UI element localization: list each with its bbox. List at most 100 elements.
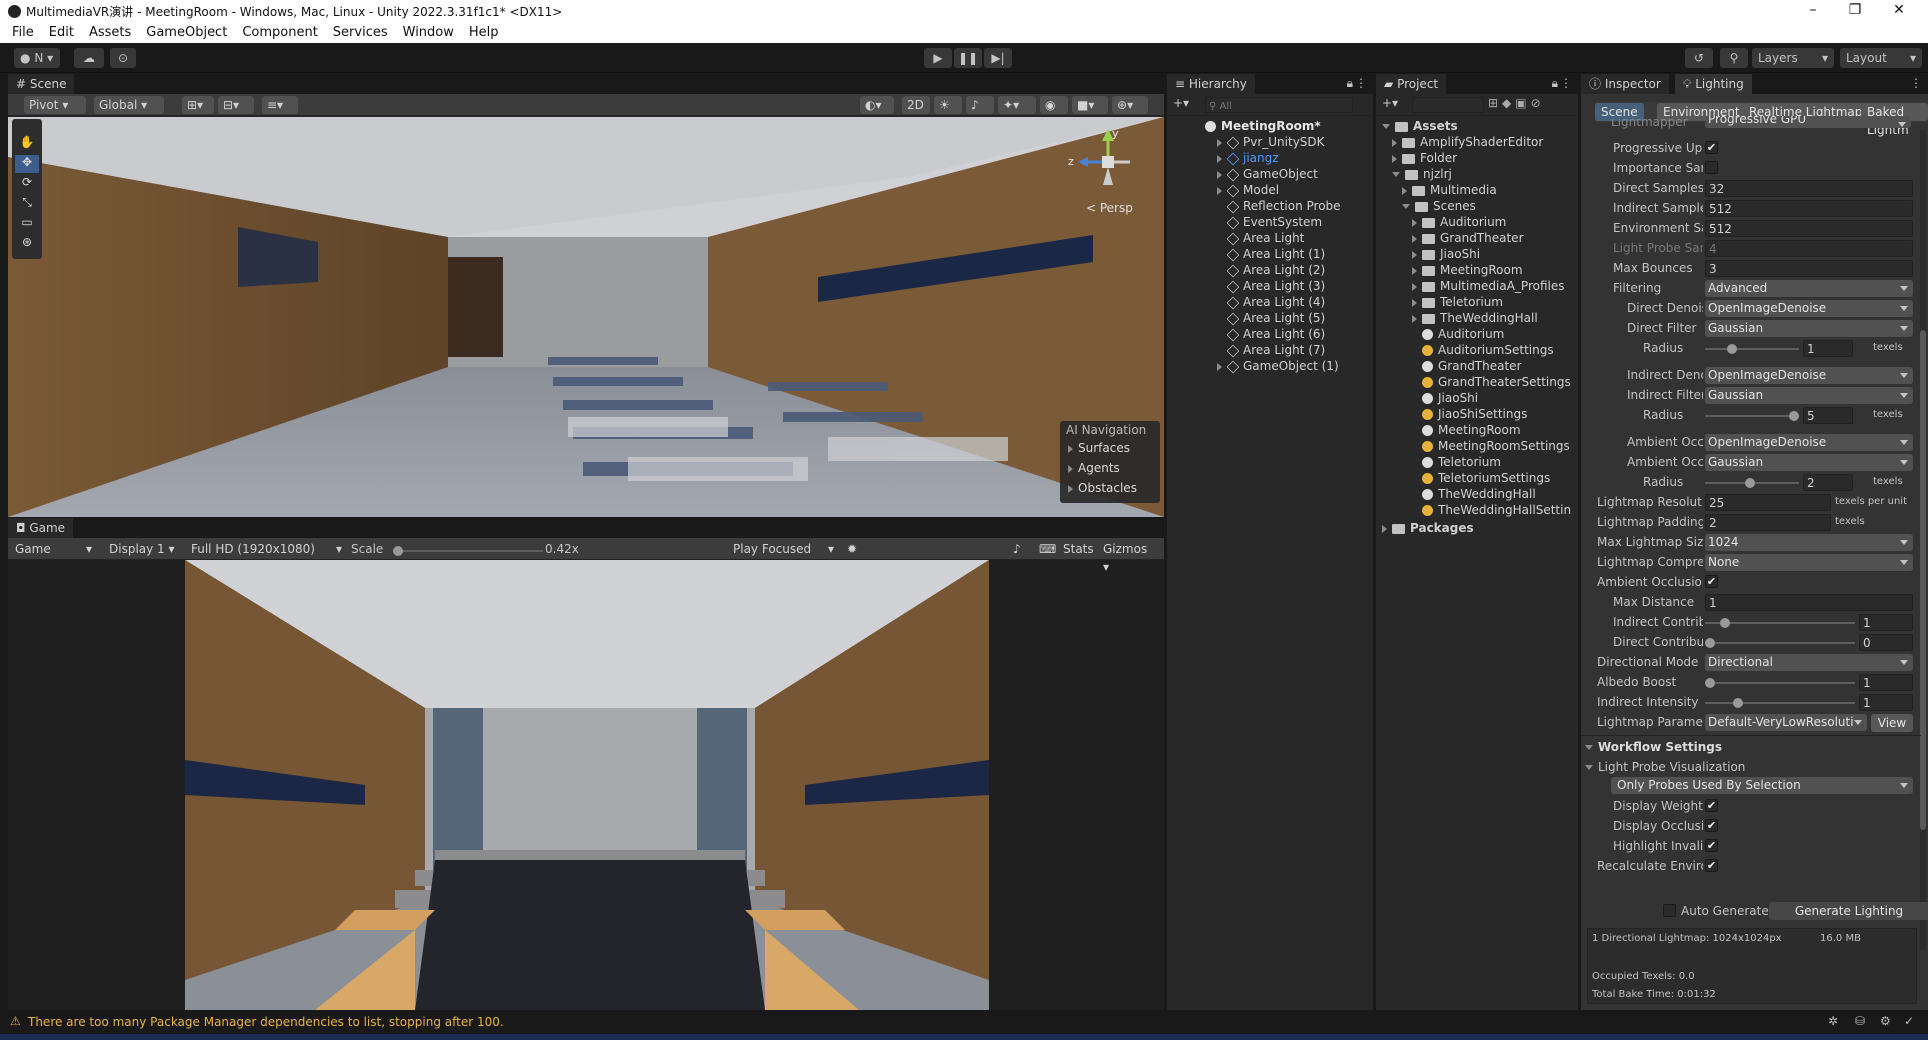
indirect-radius-field[interactable]: 5 [1803, 407, 1853, 424]
keyboard-icon[interactable]: ⌨ [1034, 540, 1056, 558]
camera-dropdown[interactable]: ■▾ [1072, 96, 1108, 114]
project-folder-assets[interactable]: Assets [1382, 118, 1458, 134]
hierarchy-item[interactable]: Area Light (4) [1226, 294, 1325, 310]
scene-file[interactable]: TheWeddingHall [1422, 486, 1536, 502]
hierarchy-item[interactable]: Area Light (1) [1226, 246, 1325, 262]
layers-dropdown[interactable]: Layers ▾ [1752, 48, 1834, 68]
ambient-denoiser-dropdown[interactable]: OpenImageDenoise [1705, 434, 1913, 451]
gizmos-dropdown[interactable]: ⊕▾ [1112, 96, 1148, 114]
lightmap-compression-dropdown[interactable]: None [1705, 554, 1913, 571]
transform-tool-icon[interactable]: ⊛ [15, 235, 39, 253]
play-focused-dropdown[interactable]: Play Focused ▾ [728, 540, 838, 558]
status-message[interactable]: There are too many Package Manager depen… [28, 1015, 504, 1029]
settings-file[interactable]: MeetingRoomSettings [1422, 438, 1570, 454]
albedo-boost-slider[interactable] [1705, 678, 1855, 688]
scene-file[interactable]: MeetingRoom [1422, 422, 1521, 438]
project-folder[interactable]: njzlrj [1392, 166, 1452, 182]
tab-game[interactable]: ◘ Game [8, 518, 74, 538]
shading-mode-button[interactable]: ◐▾ [860, 96, 894, 114]
ambient-radius-slider[interactable] [1705, 478, 1799, 488]
scene-file[interactable]: JiaoShi [1422, 390, 1478, 406]
project-folder[interactable]: GrandTheater [1412, 230, 1524, 246]
overlay-item-obstacles[interactable]: Obstacles [1060, 477, 1160, 497]
account-dropdown[interactable]: ● N ▾ [14, 48, 60, 68]
rotate-tool-icon[interactable]: ⟳ [15, 175, 39, 193]
game-mode-dropdown[interactable]: Game ▾ [10, 540, 96, 558]
hierarchy-item[interactable]: Area Light (3) [1226, 278, 1325, 294]
hierarchy-item[interactable]: Area Light [1226, 230, 1304, 246]
menu-help[interactable]: Help [469, 25, 499, 40]
direct-radius-slider[interactable] [1705, 344, 1799, 354]
settings-file[interactable]: GrandTheaterSettings [1422, 374, 1571, 390]
indirect-contribution-slider[interactable] [1705, 618, 1855, 628]
light-probe-visualization-label[interactable]: Light Probe Visualization [1585, 758, 1745, 776]
audio-toggle[interactable]: ♪ [966, 96, 994, 114]
menu-assets[interactable]: Assets [89, 25, 131, 40]
indirect-filter-dropdown[interactable]: Gaussian [1705, 387, 1913, 404]
menu-edit[interactable]: Edit [49, 25, 74, 40]
settings-file[interactable]: TheWeddingHallSettin [1422, 502, 1571, 518]
minimize-button[interactable]: – [1794, 0, 1832, 22]
visibility-toggle[interactable]: ◉ [1040, 96, 1068, 114]
add-button[interactable]: +▾ [1173, 96, 1189, 110]
indirect-contribution-field[interactable]: 1 [1859, 614, 1913, 631]
albedo-boost-field[interactable]: 1 [1859, 674, 1913, 691]
ambient-occlusion-checkbox[interactable]: ✔ [1705, 575, 1718, 588]
bake-status-icon[interactable]: ⚙ [1880, 1014, 1891, 1028]
generate-lighting-button[interactable]: Generate Lighting [1769, 902, 1928, 920]
check-icon[interactable]: ✓ [1904, 1014, 1914, 1028]
overlay-item-agents[interactable]: Agents [1060, 457, 1160, 477]
global-dropdown[interactable]: Global ▾ [94, 96, 164, 114]
move-tool-icon[interactable]: ✥ [15, 155, 39, 173]
game-viewport[interactable] [185, 560, 989, 1010]
effects-dropdown[interactable]: ✦▾ [998, 96, 1036, 114]
direct-samples-field[interactable]: 32 [1705, 180, 1913, 197]
scene-file[interactable]: Teletorium [1422, 454, 1501, 470]
project-folder[interactable]: Multimedia [1402, 182, 1497, 198]
direct-contribution-slider[interactable] [1705, 638, 1855, 648]
directional-mode-dropdown[interactable]: Directional [1705, 654, 1913, 671]
menu-component[interactable]: Component [242, 25, 317, 40]
project-folder[interactable]: Auditorium [1412, 214, 1506, 230]
tab-lighting[interactable]: 💡︎ Lighting [1675, 74, 1752, 94]
rect-tool-icon[interactable]: ▭ [15, 215, 39, 233]
maximize-button[interactable]: ❐ [1836, 0, 1874, 22]
project-folder[interactable]: MultimediaA_Profiles [1412, 278, 1564, 294]
max-lightmap-size-dropdown[interactable]: 1024 [1705, 534, 1913, 551]
gizmos-dropdown[interactable]: Gizmos ▾ [1098, 540, 1158, 574]
project-folder[interactable]: Teletorium [1412, 294, 1503, 310]
search-button[interactable]: ⚲ [1720, 48, 1748, 68]
hierarchy-root[interactable]: MeetingRoom* [1205, 118, 1321, 134]
2d-toggle[interactable]: 2D [902, 96, 930, 114]
tab-inspector[interactable]: ⓘ Inspector [1581, 74, 1669, 94]
mute-audio-icon[interactable]: ♪ [1008, 540, 1030, 558]
play-button[interactable]: ▶ [924, 48, 952, 68]
light-probe-visualization-dropdown[interactable]: Only Probes Used By Selection [1611, 777, 1913, 794]
overlay-item-surfaces[interactable]: Surfaces [1060, 439, 1160, 457]
max-bounces-field[interactable]: 3 [1705, 260, 1913, 277]
resolution-dropdown[interactable]: Full HD (1920x1080) ▾ [186, 540, 346, 558]
stats-button[interactable]: Stats [1058, 540, 1098, 558]
indirect-denoiser-dropdown[interactable]: OpenImageDenoise [1705, 367, 1913, 384]
hierarchy-item[interactable]: jiangz [1217, 150, 1279, 166]
hierarchy-item[interactable]: Model [1217, 182, 1279, 198]
hierarchy-item[interactable]: Pvr_UnitySDK [1217, 134, 1325, 150]
hierarchy-item[interactable]: Area Light (2) [1226, 262, 1325, 278]
hierarchy-item[interactable]: EventSystem [1226, 214, 1322, 230]
debug-icon[interactable]: ✲ [1828, 1014, 1838, 1028]
environment-samples-field[interactable]: 512 [1705, 220, 1913, 237]
project-folder[interactable]: MeetingRoom [1412, 262, 1523, 278]
menu-window[interactable]: Window [403, 25, 454, 40]
max-distance-field[interactable]: 1 [1705, 594, 1913, 611]
auto-generate-checkbox[interactable] [1663, 904, 1676, 917]
project-folder[interactable]: AmplifyShaderEditor [1392, 134, 1543, 150]
direct-radius-field[interactable]: 1 [1803, 340, 1853, 357]
menu-file[interactable]: File [12, 25, 34, 40]
lightmap-resolution-field[interactable]: 25 [1705, 494, 1831, 511]
lock-icon[interactable]: 🔒︎ [1347, 76, 1353, 91]
scale-tool-icon[interactable]: ⤡ [15, 195, 39, 213]
hierarchy-item[interactable]: Area Light (7) [1226, 342, 1325, 358]
menu-services[interactable]: Services [333, 25, 388, 40]
ambient-filter-dropdown[interactable]: Gaussian [1705, 454, 1913, 471]
collab-button[interactable]: ⊙ [110, 48, 136, 68]
